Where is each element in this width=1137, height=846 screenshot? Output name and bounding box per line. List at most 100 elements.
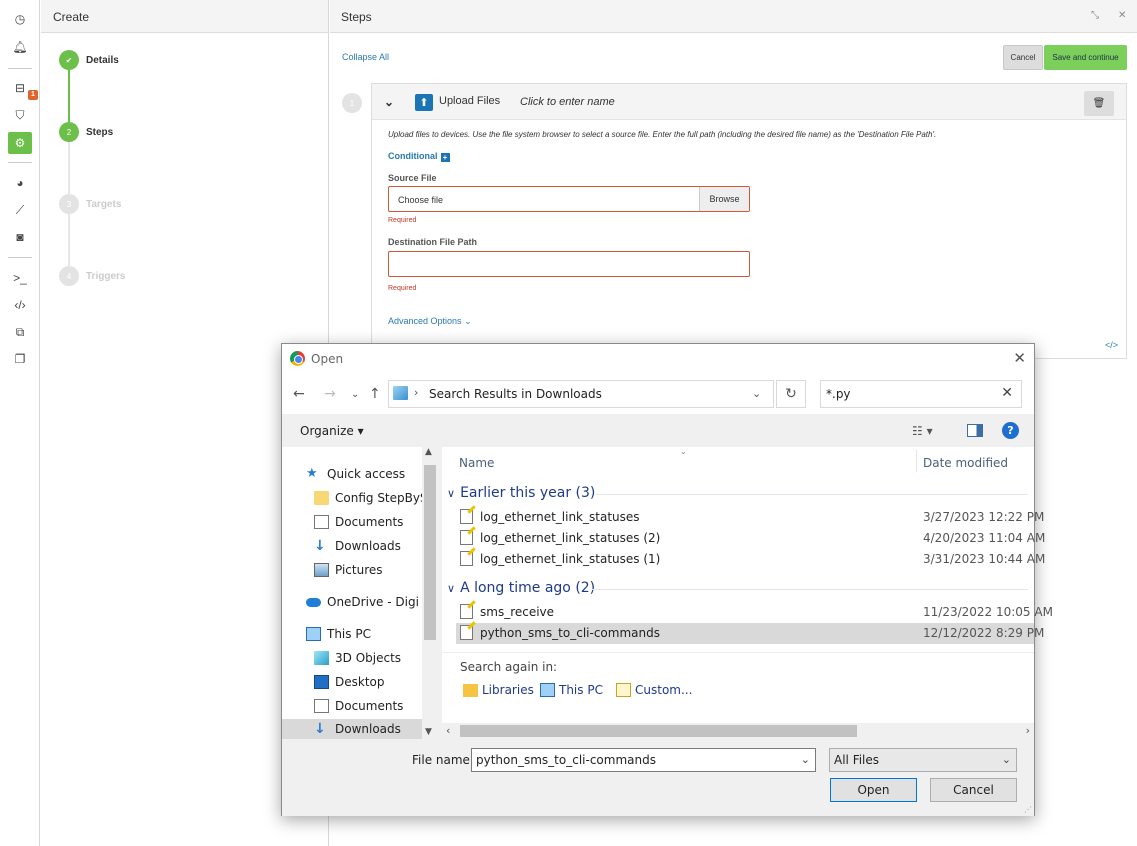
step-targets-label[interactable]: Targets xyxy=(86,199,121,210)
cloud-icon xyxy=(306,597,321,607)
scroll-left-icon[interactable]: ‹ xyxy=(446,724,450,737)
scroll-right-icon[interactable]: › xyxy=(1026,724,1030,737)
chevron-down-icon: ⌄ xyxy=(464,316,472,326)
conditional-link[interactable]: Conditional + xyxy=(388,151,450,162)
step-targets-number[interactable]: 3 xyxy=(59,194,79,214)
collapse-all-link[interactable]: Collapse All xyxy=(342,52,389,62)
nav-downloads-2[interactable]: ↓ Downloads xyxy=(282,719,422,739)
scroll-up-icon[interactable]: ▲ xyxy=(425,447,432,457)
chevron-down-icon[interactable]: ⌄ xyxy=(1002,753,1011,766)
line-chart-icon[interactable]: ⟋ xyxy=(10,200,30,220)
address-bar[interactable]: › Search Results in Downloads ⌄ xyxy=(388,380,774,408)
cancel-button[interactable]: Cancel xyxy=(1003,45,1043,70)
open-button[interactable]: Open xyxy=(830,778,917,802)
step-triggers-label[interactable]: Triggers xyxy=(86,271,125,282)
group-header-earlier[interactable]: ∨ Earlier this year (3) xyxy=(447,485,595,501)
file-row[interactable]: log_ethernet_link_statuses (2) 4/20/2023 … xyxy=(456,528,1045,549)
file-row[interactable]: log_ethernet_link_statuses (1) 3/31/2023 … xyxy=(456,549,1045,570)
view-options-icon[interactable]: ☷ ▾ xyxy=(912,424,933,438)
file-date: 11/23/2022 10:05 AM xyxy=(923,605,1053,619)
file-name-value[interactable]: python_sms_to_cli-commands xyxy=(476,753,656,767)
forward-arrow-icon[interactable]: → xyxy=(324,386,336,402)
search-value[interactable]: *.py xyxy=(826,387,851,401)
file-type-value[interactable]: All Files xyxy=(834,753,879,767)
destination-path-input[interactable] xyxy=(388,251,750,277)
terminal-icon[interactable]: >_ xyxy=(10,268,30,288)
up-arrow-icon[interactable]: ↑ xyxy=(369,386,381,402)
camera-icon[interactable]: ◙ xyxy=(10,227,30,247)
group-header-long-ago[interactable]: ∨ A long time ago (2) xyxy=(447,580,595,596)
choose-file-text[interactable]: Choose file xyxy=(398,195,443,205)
column-date-header[interactable]: Date modified xyxy=(923,456,1008,470)
dashboard-icon[interactable]: ◷ xyxy=(10,9,30,29)
column-name-header[interactable]: Name xyxy=(459,456,494,470)
file-row[interactable]: log_ethernet_link_statuses 3/27/2023 12:2… xyxy=(456,507,1044,528)
save-and-continue-button[interactable]: Save and continue xyxy=(1044,45,1127,70)
chevron-down-icon[interactable]: ⌄ xyxy=(384,95,394,109)
nav-scrollbar[interactable]: ▲ ▼ xyxy=(422,447,438,739)
back-arrow-icon[interactable]: ← xyxy=(293,386,305,402)
file-type-select[interactable]: All Files ⌄ xyxy=(829,748,1017,772)
file-row[interactable]: sms_receive 11/23/2022 10:05 AM xyxy=(456,602,1053,623)
source-file-field[interactable]: Choose file Browse xyxy=(388,186,750,212)
plus-icon[interactable]: + xyxy=(440,153,450,162)
step-name-input[interactable]: Click to enter name xyxy=(520,96,615,108)
configure-icon[interactable]: ⚙ xyxy=(8,132,32,154)
file-name-input[interactable]: python_sms_to_cli-commands ⌄ xyxy=(471,748,816,772)
file-date: 3/27/2023 12:22 PM xyxy=(923,510,1045,524)
hscroll-thumb[interactable] xyxy=(460,725,857,737)
create-title: Create xyxy=(41,0,328,33)
collapse-panel-icon[interactable]: ⤡ xyxy=(1091,10,1099,21)
nav-desktop[interactable]: Desktop xyxy=(314,675,385,689)
copy-icon[interactable]: ❐ xyxy=(10,349,30,369)
advanced-options-link[interactable]: Advanced Options ⌄ xyxy=(388,316,472,327)
close-icon[interactable]: ✕ xyxy=(1013,349,1026,367)
nav-this-pc[interactable]: This PC xyxy=(306,627,371,641)
devices-icon[interactable]: ⊟ xyxy=(10,78,30,98)
chevron-down-icon[interactable]: ⌄ xyxy=(801,753,810,766)
trash-icon[interactable]: 🗑︎ xyxy=(1084,91,1114,116)
pie-chart-icon[interactable]: ◕ xyxy=(10,173,30,193)
step-details-check-icon[interactable]: ✔ xyxy=(59,50,79,70)
preview-pane-icon[interactable] xyxy=(967,424,983,437)
nav-pictures[interactable]: Pictures xyxy=(314,563,383,577)
nav-documents-2[interactable]: Documents xyxy=(314,699,403,713)
step-triggers-number[interactable]: 4 xyxy=(59,266,79,286)
browse-button[interactable]: Browse xyxy=(699,187,749,211)
search-input[interactable]: *.py ✕ xyxy=(820,380,1022,408)
file-list-hscrollbar[interactable]: ‹ › xyxy=(442,723,1034,739)
python-file-icon xyxy=(460,625,473,640)
nav-downloads[interactable]: ↓ Downloads xyxy=(314,539,401,553)
search-libraries-link[interactable]: Libraries xyxy=(463,683,534,697)
nav-scroll-thumb[interactable] xyxy=(424,465,436,640)
dialog-cancel-button[interactable]: Cancel xyxy=(930,778,1017,802)
chevron-down-icon: ∨ xyxy=(447,581,456,595)
code-view-icon[interactable]: </> xyxy=(1105,340,1118,350)
code-icon[interactable]: ‹/› xyxy=(10,295,30,315)
file-row-selected[interactable]: python_sms_to_cli-commands 12/12/2022 8:2… xyxy=(456,623,1044,644)
bell-icon[interactable]: 🔔︎ xyxy=(10,37,30,57)
nav-onedrive[interactable]: OneDrive - Digi In xyxy=(306,595,434,609)
nav-config-folder[interactable]: Config StepBySt xyxy=(314,491,432,505)
shield-icon[interactable]: ⛉ xyxy=(10,105,30,125)
organize-menu[interactable]: Organize ▾ xyxy=(300,424,364,438)
help-icon[interactable]: ? xyxy=(1002,422,1019,439)
recent-dropdown-icon[interactable]: ⌄ xyxy=(351,389,359,400)
clear-search-icon[interactable]: ✕ xyxy=(1001,385,1013,401)
search-custom-link[interactable]: Custom... xyxy=(616,683,692,697)
step-steps-label[interactable]: Steps xyxy=(86,127,113,138)
column-divider[interactable] xyxy=(916,450,917,472)
nav-quick-access[interactable]: ★ Quick access xyxy=(306,467,405,481)
resize-grip-icon[interactable]: ⋰ xyxy=(1024,805,1032,814)
scroll-down-icon[interactable]: ▼ xyxy=(425,727,432,737)
address-text[interactable]: Search Results in Downloads xyxy=(429,387,602,401)
external-link-icon[interactable]: ⧉ xyxy=(10,322,30,342)
step-steps-number[interactable]: 2 xyxy=(59,122,79,142)
search-this-pc-link[interactable]: This PC xyxy=(540,683,603,697)
nav-3d-objects[interactable]: 3D Objects xyxy=(314,651,401,665)
close-icon[interactable]: ✕ xyxy=(1118,10,1126,21)
chevron-down-icon[interactable]: ⌄ xyxy=(752,387,761,400)
nav-documents[interactable]: Documents xyxy=(314,515,403,529)
refresh-icon[interactable]: ↻ xyxy=(776,380,806,408)
step-details-label[interactable]: Details xyxy=(86,55,119,66)
